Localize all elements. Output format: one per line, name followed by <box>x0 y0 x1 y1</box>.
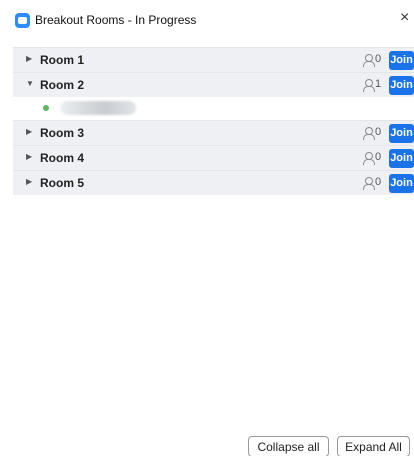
participant-count-value: 0 <box>375 53 382 65</box>
person-icon <box>363 79 375 92</box>
collapse-all-button[interactable]: Collapse all <box>248 436 329 456</box>
room-name: Room 5 <box>40 176 85 190</box>
room-name: Room 1 <box>40 53 85 67</box>
participant-row[interactable] <box>13 97 414 120</box>
person-icon <box>363 127 375 140</box>
room-row[interactable]: ▶ Room 5 0 Join <box>13 170 414 195</box>
caret-right-icon[interactable]: ▶ <box>26 127 32 136</box>
join-button[interactable]: Join <box>389 76 414 95</box>
participant-count-value: 0 <box>375 126 382 138</box>
person-icon <box>363 177 375 190</box>
zoom-app-icon <box>15 13 30 28</box>
join-button[interactable]: Join <box>389 124 414 143</box>
caret-down-icon[interactable]: ▼ <box>26 79 34 88</box>
join-button[interactable]: Join <box>389 51 414 70</box>
room-row[interactable]: ▼ Room 2 1 Join <box>13 72 414 97</box>
caret-right-icon[interactable]: ▶ <box>26 152 32 161</box>
room-row[interactable]: ▶ Room 4 0 Join <box>13 145 414 170</box>
participant-count-value: 0 <box>375 176 382 188</box>
room-list: ▶ Room 1 0 Join ▼ Room 2 1 Join ▶ Room 3 0 Join ▶ Roo… <box>13 47 414 195</box>
person-icon <box>363 54 375 67</box>
participant-name-redacted <box>60 101 136 115</box>
room-name: Room 4 <box>40 151 85 165</box>
window-title: Breakout Rooms - In Progress <box>35 13 197 27</box>
expand-all-button[interactable]: Expand All <box>337 436 410 456</box>
title-bar: Breakout Rooms - In Progress × <box>0 0 414 44</box>
room-row[interactable]: ▶ Room 3 0 Join <box>13 120 414 145</box>
room-name: Room 2 <box>40 78 85 92</box>
room-row[interactable]: ▶ Room 1 0 Join <box>13 47 414 72</box>
status-dot-icon <box>43 105 49 111</box>
participant-count-value: 1 <box>375 78 382 90</box>
join-button[interactable]: Join <box>389 149 414 168</box>
caret-right-icon[interactable]: ▶ <box>26 177 32 186</box>
caret-right-icon[interactable]: ▶ <box>26 54 32 63</box>
close-icon[interactable]: × <box>400 10 409 26</box>
join-button[interactable]: Join <box>389 174 414 193</box>
person-icon <box>363 152 375 165</box>
room-name: Room 3 <box>40 126 85 140</box>
participant-count-value: 0 <box>375 151 382 163</box>
